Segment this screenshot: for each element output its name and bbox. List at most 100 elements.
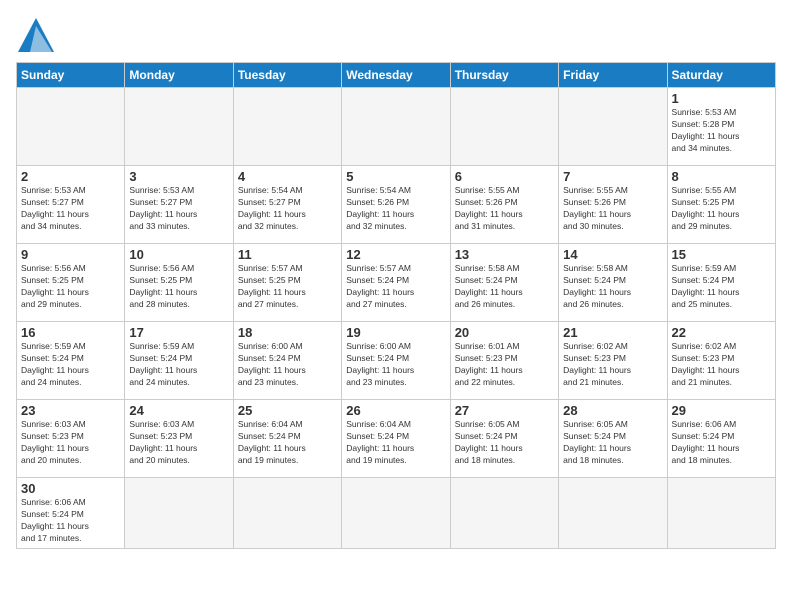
day-number: 14	[563, 247, 662, 262]
calendar-cell: 8Sunrise: 5:55 AM Sunset: 5:25 PM Daylig…	[667, 166, 775, 244]
logo-icon	[16, 16, 56, 54]
calendar-cell: 20Sunrise: 6:01 AM Sunset: 5:23 PM Dayli…	[450, 322, 558, 400]
day-number: 15	[672, 247, 771, 262]
day-info: Sunrise: 6:00 AM Sunset: 5:24 PM Dayligh…	[238, 341, 337, 389]
day-info: Sunrise: 6:05 AM Sunset: 5:24 PM Dayligh…	[563, 419, 662, 467]
calendar-cell: 3Sunrise: 5:53 AM Sunset: 5:27 PM Daylig…	[125, 166, 233, 244]
day-number: 3	[129, 169, 228, 184]
calendar-cell	[342, 478, 450, 549]
day-info: Sunrise: 6:06 AM Sunset: 5:24 PM Dayligh…	[672, 419, 771, 467]
day-number: 17	[129, 325, 228, 340]
day-info: Sunrise: 5:57 AM Sunset: 5:25 PM Dayligh…	[238, 263, 337, 311]
calendar-cell: 29Sunrise: 6:06 AM Sunset: 5:24 PM Dayli…	[667, 400, 775, 478]
calendar-cell	[667, 478, 775, 549]
header	[16, 16, 776, 54]
logo	[16, 16, 63, 54]
calendar-week-row: 2Sunrise: 5:53 AM Sunset: 5:27 PM Daylig…	[17, 166, 776, 244]
day-info: Sunrise: 5:53 AM Sunset: 5:27 PM Dayligh…	[21, 185, 120, 233]
day-info: Sunrise: 5:56 AM Sunset: 5:25 PM Dayligh…	[21, 263, 120, 311]
calendar-cell: 12Sunrise: 5:57 AM Sunset: 5:24 PM Dayli…	[342, 244, 450, 322]
day-number: 16	[21, 325, 120, 340]
calendar-cell	[450, 88, 558, 166]
day-number: 26	[346, 403, 445, 418]
calendar-week-row: 23 Sunrise: 6:03 AM Sunset: 5:23 PM Dayli…	[17, 400, 776, 478]
day-number: 1	[672, 91, 771, 106]
calendar-cell	[559, 478, 667, 549]
page: SundayMondayTuesdayWednesdayThursdayFrid…	[0, 0, 792, 612]
day-info: Sunrise: 5:54 AM Sunset: 5:27 PM Dayligh…	[238, 185, 337, 233]
day-number: 2	[21, 169, 120, 184]
calendar-cell: 19Sunrise: 6:00 AM Sunset: 5:24 PM Dayli…	[342, 322, 450, 400]
day-info: Sunrise: 5:53 AM Sunset: 5:28 PM Dayligh…	[672, 107, 771, 155]
calendar-cell: 17Sunrise: 5:59 AM Sunset: 5:24 PM Dayli…	[125, 322, 233, 400]
day-info: Sunrise: 5:59 AM Sunset: 5:24 PM Dayligh…	[672, 263, 771, 311]
day-header-friday: Friday	[559, 63, 667, 88]
day-info: Sunrise: 6:04 AM Sunset: 5:24 PM Dayligh…	[238, 419, 337, 467]
day-number: 7	[563, 169, 662, 184]
day-info: Sunrise: 5:58 AM Sunset: 5:24 PM Dayligh…	[455, 263, 554, 311]
day-info: Sunrise: 6:02 AM Sunset: 5:23 PM Dayligh…	[563, 341, 662, 389]
calendar-cell: 13Sunrise: 5:58 AM Sunset: 5:24 PM Dayli…	[450, 244, 558, 322]
day-info: Sunrise: 6:04 AM Sunset: 5:24 PM Dayligh…	[346, 419, 445, 467]
calendar-cell: 16Sunrise: 5:59 AM Sunset: 5:24 PM Dayli…	[17, 322, 125, 400]
day-info: Sunrise: 5:59 AM Sunset: 5:24 PM Dayligh…	[129, 341, 228, 389]
calendar-week-row: 30Sunrise: 6:06 AM Sunset: 5:24 PM Dayli…	[17, 478, 776, 549]
day-number: 18	[238, 325, 337, 340]
day-info: Sunrise: 5:59 AM Sunset: 5:24 PM Dayligh…	[21, 341, 120, 389]
day-number: 6	[455, 169, 554, 184]
day-header-tuesday: Tuesday	[233, 63, 341, 88]
calendar-cell: 23Sunrise: 6:03 AM Sunset: 5:23 PM Dayli…	[17, 400, 125, 478]
day-info: Sunrise: 6:02 AM Sunset: 5:23 PM Dayligh…	[672, 341, 771, 389]
calendar-cell: 11Sunrise: 5:57 AM Sunset: 5:25 PM Dayli…	[233, 244, 341, 322]
day-number: 22	[672, 325, 771, 340]
calendar-cell	[559, 88, 667, 166]
day-number: 20	[455, 325, 554, 340]
day-info: Sunrise: 5:55 AM Sunset: 5:25 PM Dayligh…	[672, 185, 771, 233]
calendar-cell: 7Sunrise: 5:55 AM Sunset: 5:26 PM Daylig…	[559, 166, 667, 244]
day-number: 23	[21, 403, 120, 418]
calendar-cell: 15Sunrise: 5:59 AM Sunset: 5:24 PM Dayli…	[667, 244, 775, 322]
day-header-wednesday: Wednesday	[342, 63, 450, 88]
calendar-cell	[233, 88, 341, 166]
day-number: 19	[346, 325, 445, 340]
calendar-week-row: 9Sunrise: 5:56 AM Sunset: 5:25 PM Daylig…	[17, 244, 776, 322]
calendar-cell: 25Sunrise: 6:04 AM Sunset: 5:24 PM Dayli…	[233, 400, 341, 478]
calendar-week-row: 1Sunrise: 5:53 AM Sunset: 5:28 PM Daylig…	[17, 88, 776, 166]
day-number: 5	[346, 169, 445, 184]
calendar-week-row: 16Sunrise: 5:59 AM Sunset: 5:24 PM Dayli…	[17, 322, 776, 400]
day-number: 12	[346, 247, 445, 262]
day-info: Sunrise: 5:58 AM Sunset: 5:24 PM Dayligh…	[563, 263, 662, 311]
day-number: 8	[672, 169, 771, 184]
calendar-cell: 9Sunrise: 5:56 AM Sunset: 5:25 PM Daylig…	[17, 244, 125, 322]
day-info: Sunrise: 5:55 AM Sunset: 5:26 PM Dayligh…	[563, 185, 662, 233]
day-info: Sunrise: 5:56 AM Sunset: 5:25 PM Dayligh…	[129, 263, 228, 311]
calendar-cell	[233, 478, 341, 549]
day-number: 13	[455, 247, 554, 262]
day-header-saturday: Saturday	[667, 63, 775, 88]
day-info: Sunrise: 6:05 AM Sunset: 5:24 PM Dayligh…	[455, 419, 554, 467]
day-info: Sunrise: 5:55 AM Sunset: 5:26 PM Dayligh…	[455, 185, 554, 233]
calendar-cell: 21Sunrise: 6:02 AM Sunset: 5:23 PM Dayli…	[559, 322, 667, 400]
day-number: 27	[455, 403, 554, 418]
calendar-table: SundayMondayTuesdayWednesdayThursdayFrid…	[16, 62, 776, 549]
calendar-cell: 26Sunrise: 6:04 AM Sunset: 5:24 PM Dayli…	[342, 400, 450, 478]
day-number: 4	[238, 169, 337, 184]
day-header-sunday: Sunday	[17, 63, 125, 88]
calendar-cell	[450, 478, 558, 549]
day-number: 28	[563, 403, 662, 418]
calendar-cell	[125, 88, 233, 166]
calendar-header-row: SundayMondayTuesdayWednesdayThursdayFrid…	[17, 63, 776, 88]
day-number: 29	[672, 403, 771, 418]
day-info: Sunrise: 5:53 AM Sunset: 5:27 PM Dayligh…	[129, 185, 228, 233]
day-info: Sunrise: 5:54 AM Sunset: 5:26 PM Dayligh…	[346, 185, 445, 233]
calendar-cell	[125, 478, 233, 549]
day-info: Sunrise: 6:00 AM Sunset: 5:24 PM Dayligh…	[346, 341, 445, 389]
calendar-cell: 14Sunrise: 5:58 AM Sunset: 5:24 PM Dayli…	[559, 244, 667, 322]
day-info: Sunrise: 6:06 AM Sunset: 5:24 PM Dayligh…	[21, 497, 120, 545]
day-number: 25	[238, 403, 337, 418]
calendar-cell: 4Sunrise: 5:54 AM Sunset: 5:27 PM Daylig…	[233, 166, 341, 244]
day-info: Sunrise: 6:03 AM Sunset: 5:23 PM Dayligh…	[129, 419, 228, 467]
calendar-cell: 22Sunrise: 6:02 AM Sunset: 5:23 PM Dayli…	[667, 322, 775, 400]
day-info: Sunrise: 5:57 AM Sunset: 5:24 PM Dayligh…	[346, 263, 445, 311]
calendar-cell: 28Sunrise: 6:05 AM Sunset: 5:24 PM Dayli…	[559, 400, 667, 478]
